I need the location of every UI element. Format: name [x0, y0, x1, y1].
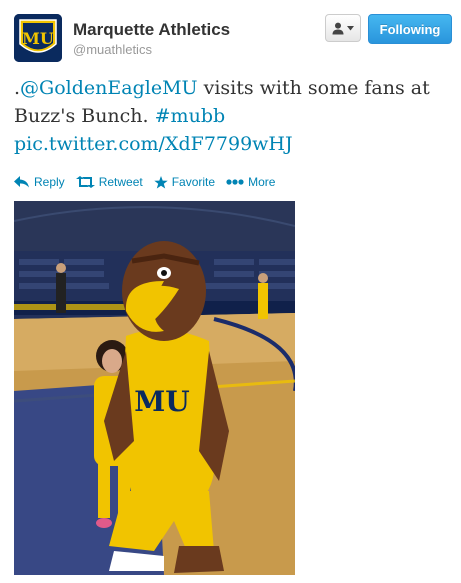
account-handle[interactable]: @muathletics	[73, 42, 152, 57]
star-icon	[154, 175, 168, 188]
mascot-photo-icon: MU	[14, 201, 295, 575]
pic-link[interactable]: pic.twitter.com/XdF7799wHJ	[14, 133, 293, 155]
user-actions-dropdown[interactable]	[325, 14, 361, 42]
reply-label: Reply	[34, 175, 65, 189]
tweet-actions: Reply Retweet Favorite More	[14, 172, 286, 192]
reply-action[interactable]: Reply	[14, 175, 65, 189]
marquette-mu-logo-icon: MU	[14, 14, 62, 62]
account-avatar[interactable]: MU	[14, 14, 62, 62]
retweet-action[interactable]: Retweet	[75, 175, 143, 189]
more-label: More	[248, 175, 276, 189]
more-action[interactable]: More	[226, 175, 275, 189]
retweet-label: Retweet	[98, 175, 143, 189]
tweet-photo[interactable]: MU	[14, 201, 295, 575]
account-name[interactable]: Marquette Athletics	[73, 20, 230, 40]
retweet-icon	[75, 176, 95, 188]
chevron-down-icon	[347, 25, 354, 30]
jersey-text: MU	[134, 385, 189, 418]
more-icon	[226, 179, 244, 185]
mention-link[interactable]: @GoldenEagleMU	[20, 77, 198, 99]
tweet-text: .@GoldenEagleMU visits with some fans at…	[14, 74, 454, 158]
user-icon	[332, 22, 344, 34]
avatar-logo-text: MU	[22, 29, 54, 48]
tweet-card: MU Marquette Athletics @muathletics Foll…	[0, 0, 461, 583]
hashtag-link[interactable]: #mubb	[155, 105, 226, 127]
favorite-label: Favorite	[171, 175, 216, 189]
reply-icon	[14, 176, 29, 188]
following-button[interactable]: Following	[368, 14, 452, 44]
favorite-action[interactable]: Favorite	[154, 175, 215, 189]
